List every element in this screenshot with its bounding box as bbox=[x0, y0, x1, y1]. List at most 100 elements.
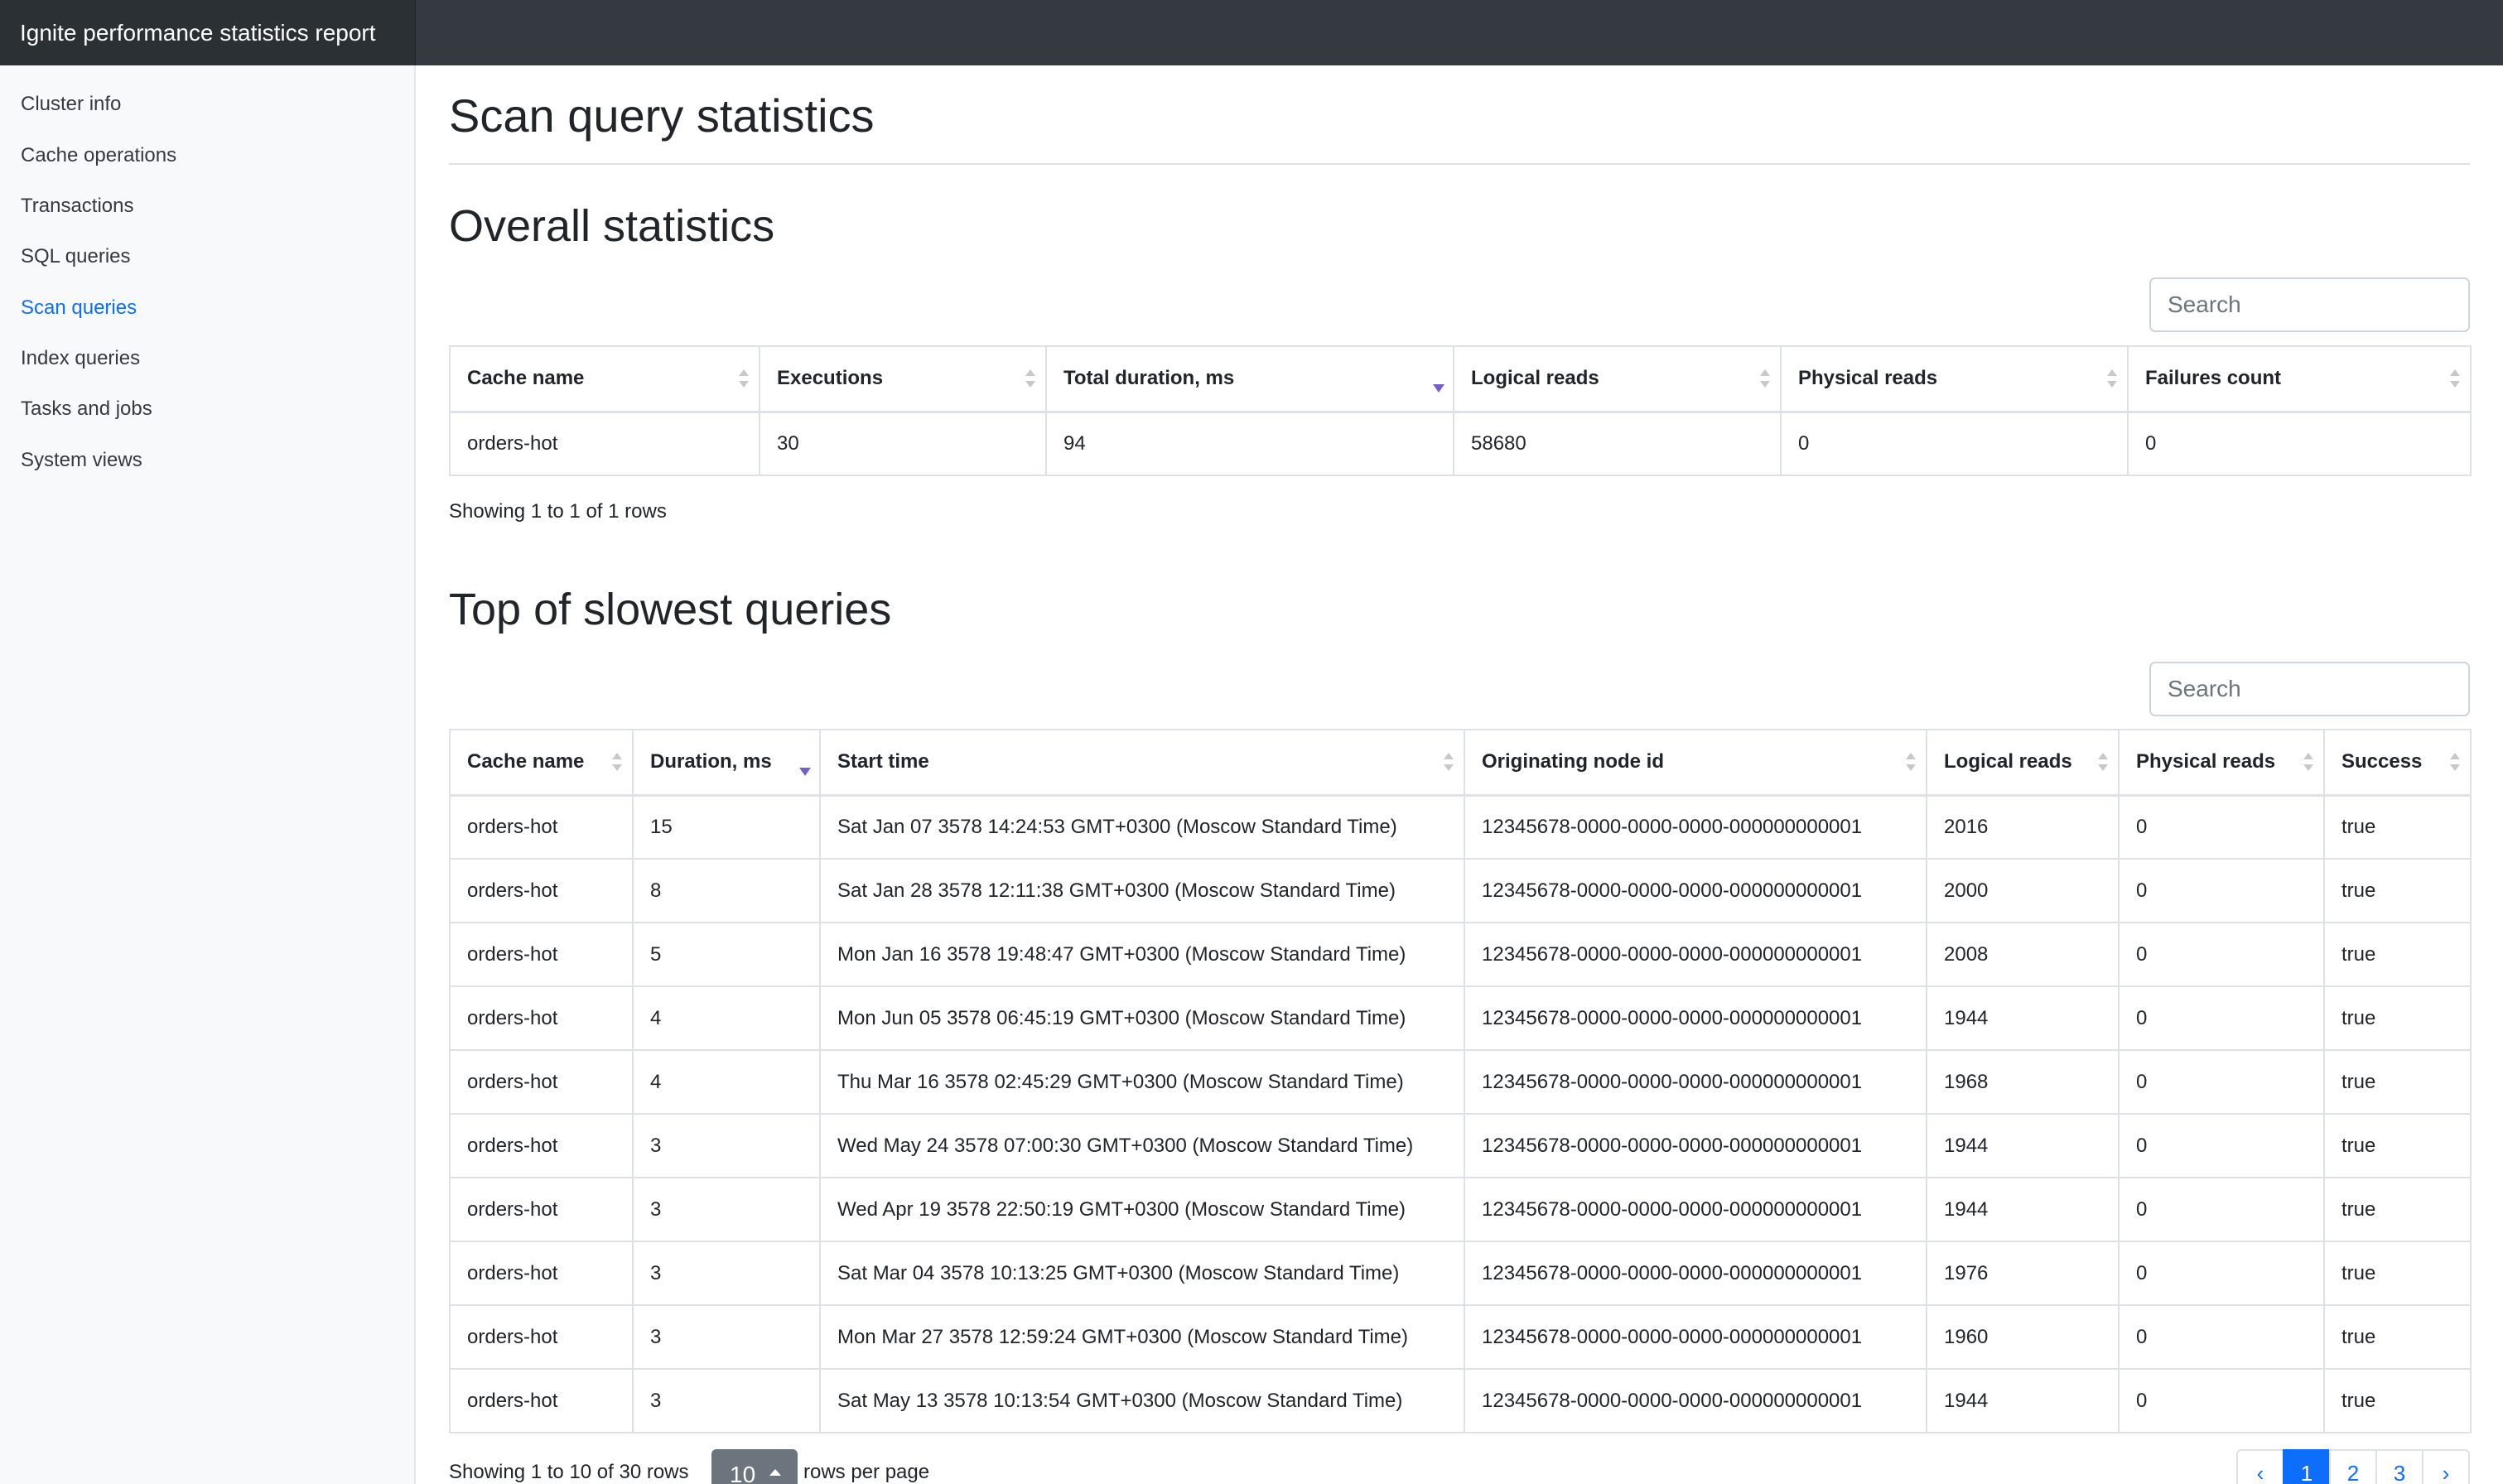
sidebar: Cluster info Cache operations Transactio… bbox=[0, 65, 416, 1484]
sort-icon bbox=[2303, 751, 2313, 773]
table-cell: orders-hot bbox=[449, 794, 634, 860]
table-footer: Showing 1 to 10 of 30 rows 10 rows per p… bbox=[449, 1443, 2470, 1484]
sidebar-item-transactions[interactable]: Transactions bbox=[21, 192, 134, 220]
table-cell: true bbox=[2323, 1304, 2472, 1370]
table-cell: orders-hot bbox=[449, 1304, 634, 1370]
table-cell: 0 bbox=[1780, 411, 2129, 476]
table-cell: orders-hot bbox=[449, 411, 760, 476]
table-cell: Thu Mar 16 3578 02:45:29 GMT+0300 (Mosco… bbox=[819, 1049, 1465, 1115]
sidebar-item-scan-queries[interactable]: Scan queries bbox=[21, 294, 137, 322]
sidebar-item-index-queries[interactable]: Index queries bbox=[21, 344, 140, 373]
sidebar-item-tasks-and-jobs[interactable]: Tasks and jobs bbox=[21, 395, 152, 423]
sidebar-item-cluster-info[interactable]: Cluster info bbox=[21, 90, 121, 118]
next-page-button[interactable]: › bbox=[2422, 1449, 2470, 1484]
table-header-row: Cache name Executions Total duration, ms… bbox=[449, 345, 2472, 413]
table-cell: orders-hot bbox=[449, 858, 634, 923]
column-header-logical-reads[interactable]: Logical reads bbox=[1926, 729, 2120, 797]
top-navbar: Ignite performance statistics report bbox=[0, 0, 2503, 65]
table-cell: 1960 bbox=[1926, 1304, 2120, 1370]
table-cell: 0 bbox=[2118, 794, 2325, 860]
table-cell: 1944 bbox=[1926, 1113, 2120, 1178]
column-label: Executions bbox=[777, 367, 884, 390]
table-cell: 12345678-0000-0000-0000-000000000001 bbox=[1464, 1368, 1927, 1433]
sidebar-item-system-views[interactable]: System views bbox=[21, 446, 142, 475]
table-cell: 1976 bbox=[1926, 1241, 2120, 1306]
table-cell: 1944 bbox=[1926, 1368, 2120, 1433]
page-title: Scan query statistics bbox=[449, 89, 875, 142]
column-label: Physical reads bbox=[1798, 367, 1938, 390]
overall-statistics-heading: Overall statistics bbox=[449, 201, 775, 251]
table-row: orders-hot 5 Mon Jan 16 3578 19:48:47 GMT+… bbox=[449, 922, 2472, 987]
rows-per-page-label: rows per page bbox=[803, 1461, 930, 1483]
table-cell: 15 bbox=[632, 794, 821, 860]
table-cell: 1944 bbox=[1926, 1177, 2120, 1242]
table-cell: Sat Jan 28 3578 12:11:38 GMT+0300 (Mosco… bbox=[819, 858, 1465, 923]
table-row: orders-hot 30 94 58680 0 0 bbox=[449, 411, 2472, 476]
table-cell: 12345678-0000-0000-0000-000000000001 bbox=[1464, 1241, 1927, 1306]
column-label: Logical reads bbox=[1471, 367, 1599, 390]
table-cell: 3 bbox=[632, 1177, 821, 1242]
rows-per-page-value: 10 bbox=[730, 1462, 756, 1484]
column-header-originating-node-id[interactable]: Originating node id bbox=[1464, 729, 1927, 797]
title-divider bbox=[449, 163, 2470, 165]
rows-per-page-dropdown[interactable]: 10 bbox=[711, 1449, 798, 1484]
sort-icon bbox=[1906, 751, 1916, 773]
column-header-start-time[interactable]: Start time bbox=[819, 729, 1465, 797]
table-cell: 0 bbox=[2127, 411, 2472, 476]
column-header-physical-reads[interactable]: Physical reads bbox=[1780, 345, 2129, 413]
table-cell: Wed Apr 19 3578 22:50:19 GMT+0300 (Mosco… bbox=[819, 1177, 1465, 1242]
column-header-cache-name[interactable]: Cache name bbox=[449, 345, 760, 413]
column-label: Duration, ms bbox=[650, 750, 772, 773]
column-header-cache-name[interactable]: Cache name bbox=[449, 729, 634, 797]
table-row: orders-hot 3 Wed May 24 3578 07:00:30 GMT+… bbox=[449, 1113, 2472, 1178]
table-cell: orders-hot bbox=[449, 1049, 634, 1115]
table-cell: true bbox=[2323, 858, 2472, 923]
table-cell: true bbox=[2323, 1177, 2472, 1242]
table-cell: 94 bbox=[1045, 411, 1454, 476]
sort-icon bbox=[1025, 368, 1035, 389]
table-cell: 5 bbox=[632, 922, 821, 987]
app-title[interactable]: Ignite performance statistics report bbox=[0, 0, 416, 65]
table-cell: 30 bbox=[759, 411, 1047, 476]
sidebar-item-cache-operations[interactable]: Cache operations bbox=[21, 142, 176, 170]
overall-statistics-table: Cache name Executions Total duration, ms… bbox=[449, 345, 2472, 476]
table-cell: Wed May 24 3578 07:00:30 GMT+0300 (Mosco… bbox=[819, 1113, 1465, 1178]
table-cell: 1968 bbox=[1926, 1049, 2120, 1115]
table-cell: 12345678-0000-0000-0000-000000000001 bbox=[1464, 1113, 1927, 1178]
overall-search-input[interactable] bbox=[2149, 277, 2470, 332]
table-cell: orders-hot bbox=[449, 1113, 634, 1178]
table-cell: 0 bbox=[2118, 922, 2325, 987]
sidebar-item-sql-queries[interactable]: SQL queries bbox=[21, 243, 131, 271]
column-header-success[interactable]: Success bbox=[2323, 729, 2472, 797]
table-cell: 2008 bbox=[1926, 922, 2120, 987]
sort-icon bbox=[2098, 751, 2108, 773]
page-1-button[interactable]: 1 bbox=[2283, 1449, 2331, 1484]
table-cell: 2000 bbox=[1926, 858, 2120, 923]
previous-page-button[interactable]: ‹ bbox=[2236, 1449, 2284, 1484]
table-header-row: Cache name Duration, ms Start time Origi… bbox=[449, 729, 2472, 797]
slowest-search-input[interactable] bbox=[2149, 662, 2470, 716]
column-header-logical-reads[interactable]: Logical reads bbox=[1453, 345, 1782, 413]
column-header-executions[interactable]: Executions bbox=[759, 345, 1047, 413]
column-label: Originating node id bbox=[1482, 750, 1664, 773]
page-3-button[interactable]: 3 bbox=[2375, 1449, 2423, 1484]
table-cell: 3 bbox=[632, 1304, 821, 1370]
table-cell: 2016 bbox=[1926, 794, 2120, 860]
column-header-duration[interactable]: Duration, ms bbox=[632, 729, 821, 797]
page-2-button[interactable]: 2 bbox=[2329, 1449, 2377, 1484]
column-header-physical-reads[interactable]: Physical reads bbox=[2118, 729, 2325, 797]
table-cell: true bbox=[2323, 1049, 2472, 1115]
column-label: Failures count bbox=[2145, 367, 2282, 390]
column-header-total-duration[interactable]: Total duration, ms bbox=[1045, 345, 1454, 413]
sort-icon bbox=[739, 368, 749, 389]
table-cell: 12345678-0000-0000-0000-000000000001 bbox=[1464, 1049, 1927, 1115]
table-row: orders-hot 3 Wed Apr 19 3578 22:50:19 GMT+… bbox=[449, 1177, 2472, 1242]
column-label: Total duration, ms bbox=[1063, 367, 1235, 390]
table-cell: 12345678-0000-0000-0000-000000000001 bbox=[1464, 922, 1927, 987]
table-cell: true bbox=[2323, 794, 2472, 860]
table-cell: 0 bbox=[2118, 858, 2325, 923]
table-cell: 12345678-0000-0000-0000-000000000001 bbox=[1464, 1177, 1927, 1242]
column-header-failures-count[interactable]: Failures count bbox=[2127, 345, 2472, 413]
column-label: Cache name bbox=[467, 367, 585, 390]
table-cell: 0 bbox=[2118, 1304, 2325, 1370]
